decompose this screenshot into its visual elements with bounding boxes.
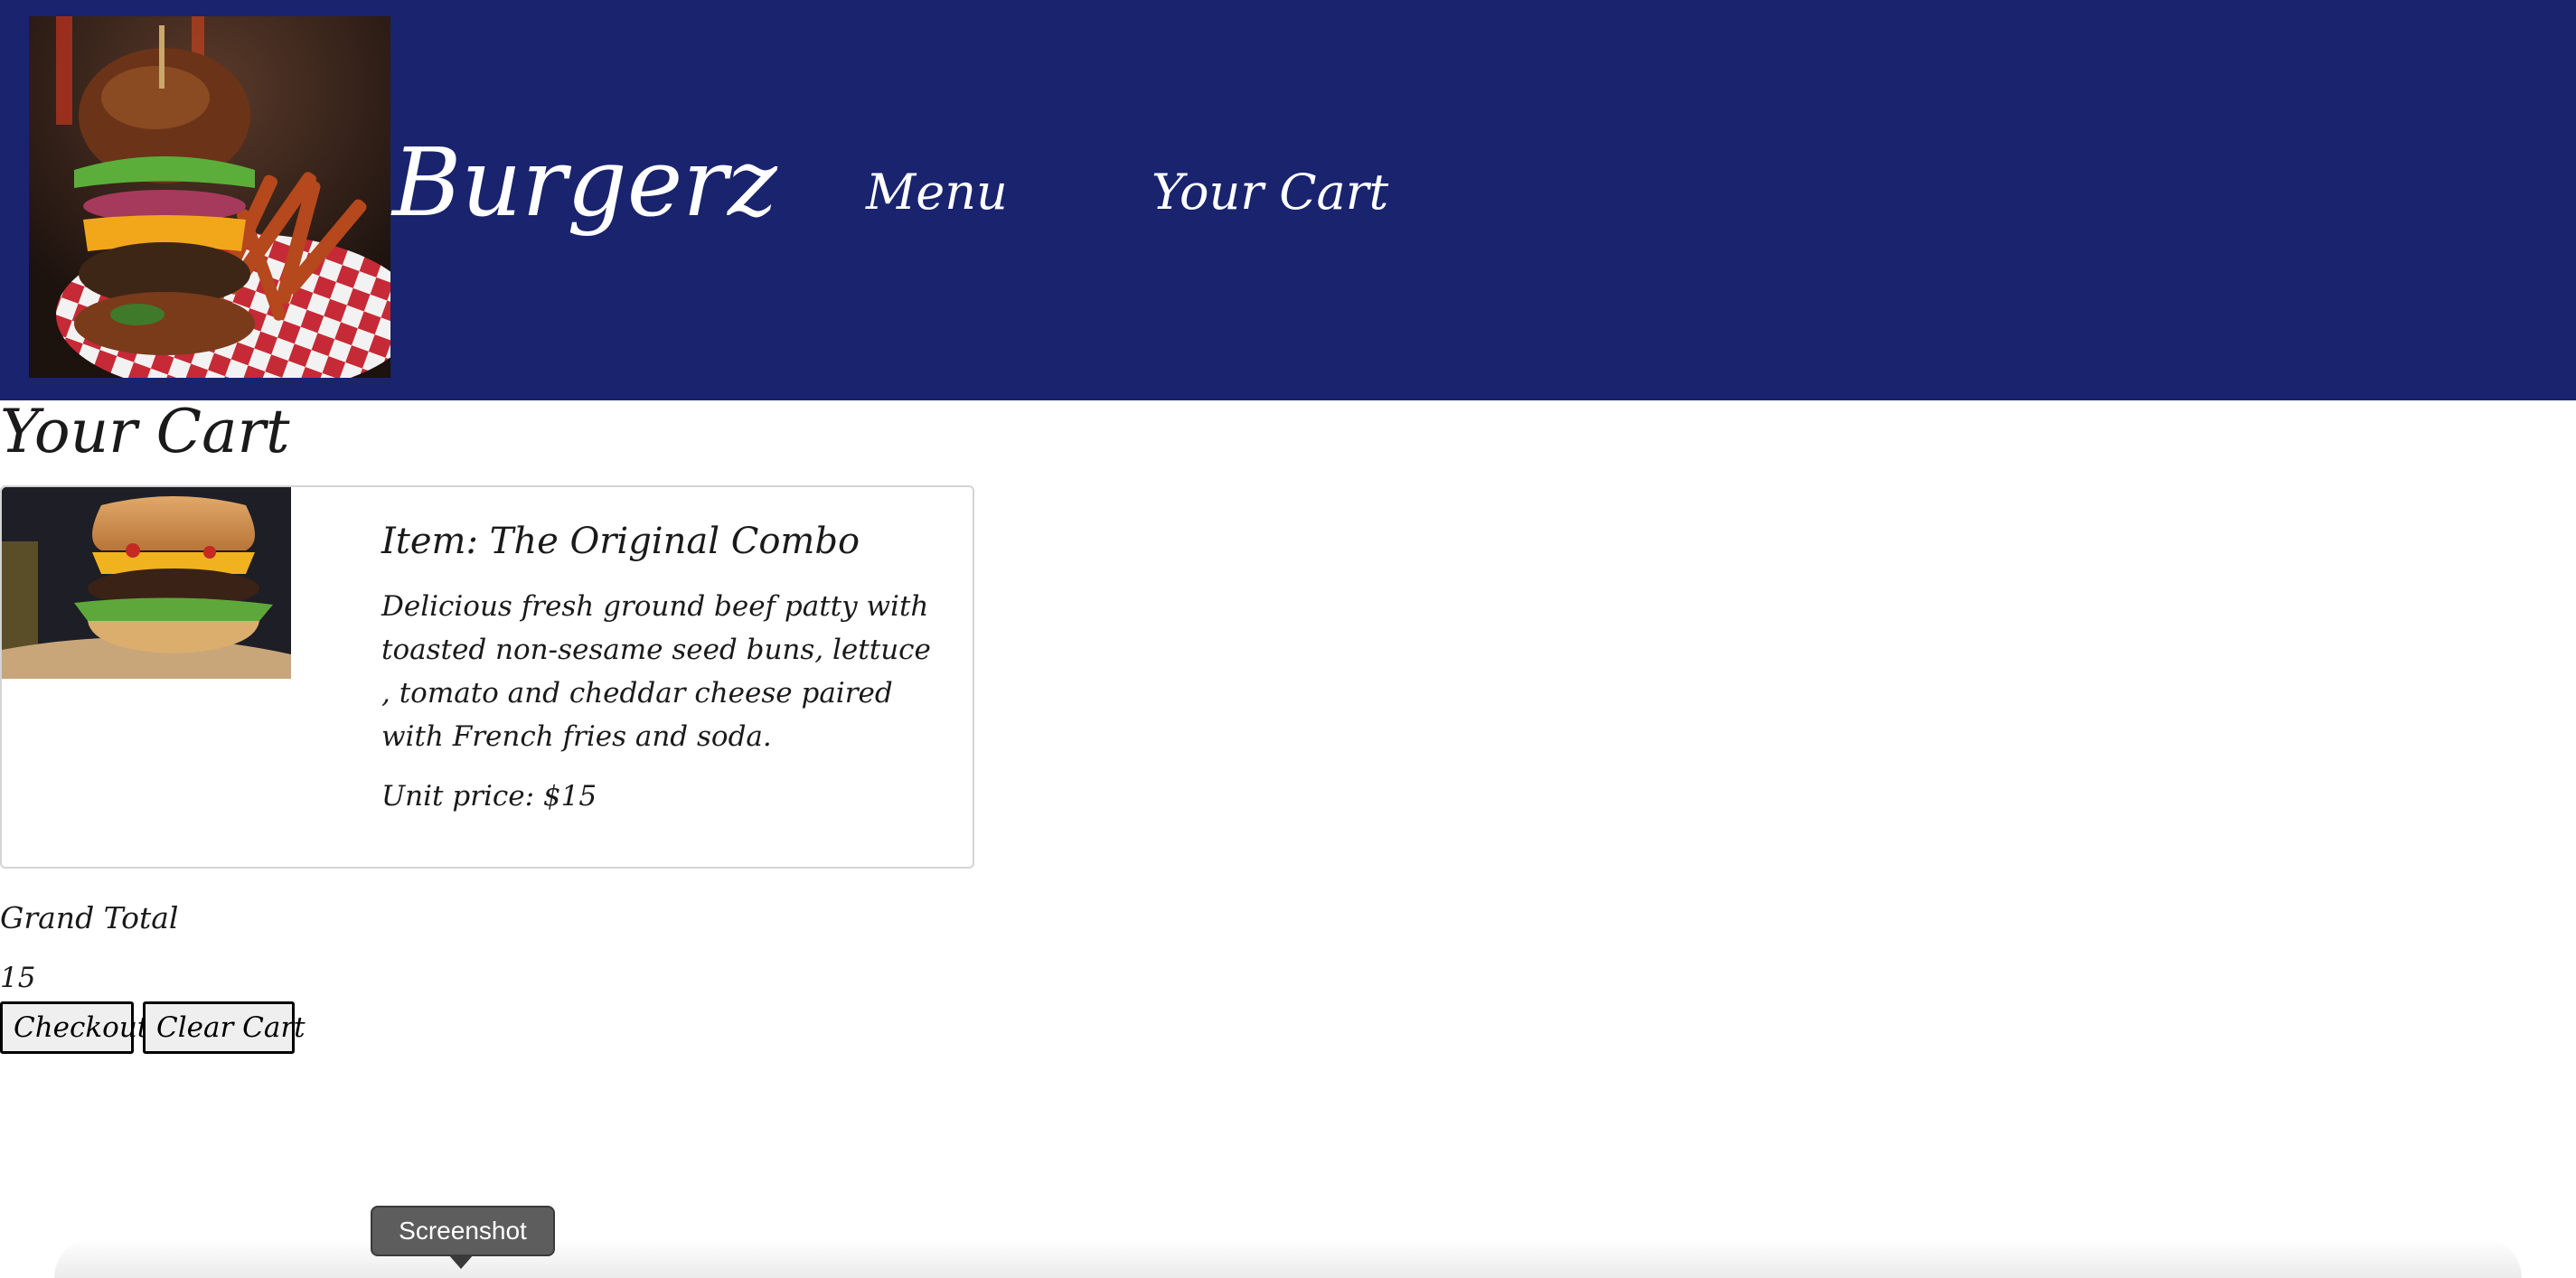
tooltip-arrow-icon xyxy=(448,1255,474,1269)
burger-logo-icon xyxy=(29,16,390,378)
brand-title: Burgerz xyxy=(392,127,777,238)
item-description: Delicious fresh ground beef patty with t… xyxy=(381,590,931,753)
cart-item-card: Item: The Original Combo Delicious fresh… xyxy=(0,485,974,869)
logo-burger-image[interactable] xyxy=(29,16,390,378)
nav-menu-link[interactable]: Menu xyxy=(866,168,1008,217)
grand-total-value: 15 xyxy=(0,962,36,994)
item-details: Item: The Original Combo Delicious fresh… xyxy=(381,520,942,813)
grand-total-label: Grand Total xyxy=(0,900,179,935)
site-header: Burgerz Menu Your Cart xyxy=(0,0,2576,400)
page-title: Your Cart xyxy=(0,397,290,466)
cheeseburger-icon xyxy=(2,487,291,679)
checkout-button[interactable]: Checkout xyxy=(0,1001,148,1054)
nav-cart-link[interactable]: Your Cart xyxy=(1152,168,1388,217)
clear-cart-button[interactable]: Clear Cart xyxy=(143,1001,306,1054)
item-name: Item: The Original Combo xyxy=(381,521,860,562)
item-image xyxy=(2,487,291,679)
screenshot-tooltip: Screenshot xyxy=(371,1206,555,1256)
item-unit-price: Unit price: $15 xyxy=(381,780,597,813)
